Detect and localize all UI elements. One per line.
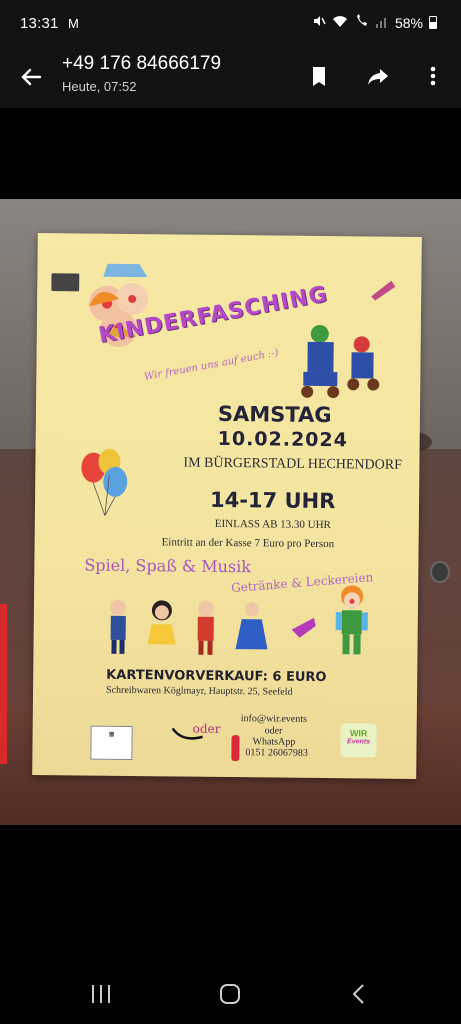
share-forward-icon[interactable] (363, 61, 393, 91)
contact-title[interactable]: +49 176 84666179 (62, 53, 221, 75)
balloons-illustration (81, 448, 128, 516)
home-icon[interactable] (213, 980, 247, 1008)
party-horn-icon (371, 280, 396, 301)
poster-presale: KARTENVORVERKAUF: 6 EURO (106, 667, 327, 686)
signal-icon (375, 15, 389, 31)
poster-day: SAMSTAG (217, 401, 332, 428)
poster-venue: IM BÜRGERSTADL HECHENDORF (183, 455, 402, 473)
battery-percent: 58% (394, 14, 423, 31)
red-sign-edge (0, 604, 7, 764)
wir-logo-text: WIR (349, 728, 368, 739)
clown-illustration (335, 585, 368, 655)
poster-phone: 0151 26067983 (245, 747, 308, 759)
poster-oder-2: oder (264, 725, 283, 737)
wir-events-logo: WIR Events (340, 723, 377, 758)
poster-price: Eintritt an der Kasse 7 Euro pro Person (161, 536, 335, 551)
back-icon[interactable] (342, 980, 376, 1008)
battery-icon (429, 16, 437, 29)
more-vert-icon[interactable] (418, 61, 448, 91)
poster-entry: EINLASS AB 13.30 UHR (214, 517, 331, 532)
kids-costumes-illustration (109, 599, 316, 655)
wifi-icon (332, 15, 348, 31)
poster-fun: Spiel, Spaß & Musik (84, 555, 252, 577)
status-icons: 58% (312, 14, 437, 31)
wifi-call-icon (354, 14, 369, 31)
door-handle (430, 561, 450, 583)
shop-logo: ▦ (90, 725, 133, 761)
bone-icon (231, 735, 240, 762)
tape-icon (51, 273, 80, 292)
status-time: 13:31 (20, 15, 59, 32)
poster-whatsapp: WhatsApp (252, 736, 296, 748)
recent-apps-icon[interactable] (84, 980, 118, 1008)
navigation-bar (0, 963, 461, 1024)
back-arrow-icon[interactable] (16, 62, 46, 92)
poster-email: info@wir.events (240, 713, 307, 725)
poster: KINDERFASCHING Wir freuen uns auf euch :… (32, 233, 422, 779)
app-bar: +49 176 84666179 Heute, 07:52 (0, 50, 461, 108)
poster-time: 14-17 UHR (209, 487, 336, 514)
message-timestamp: Heute, 07:52 (62, 79, 137, 94)
poster-oder-1: oder (192, 721, 221, 736)
poster-date: 10.02.2024 (217, 427, 349, 452)
poster-shop: Schreibwaren Köglmayr, Hauptstr. 25, See… (106, 684, 293, 698)
gmail-icon: M (68, 16, 79, 31)
wir-logo-sub: Events (347, 738, 371, 746)
mario-brothers-illustration (301, 324, 380, 399)
status-bar: 13:31 M 58% (0, 0, 461, 50)
mute-icon (312, 14, 326, 31)
bookmark-icon[interactable] (304, 61, 334, 91)
